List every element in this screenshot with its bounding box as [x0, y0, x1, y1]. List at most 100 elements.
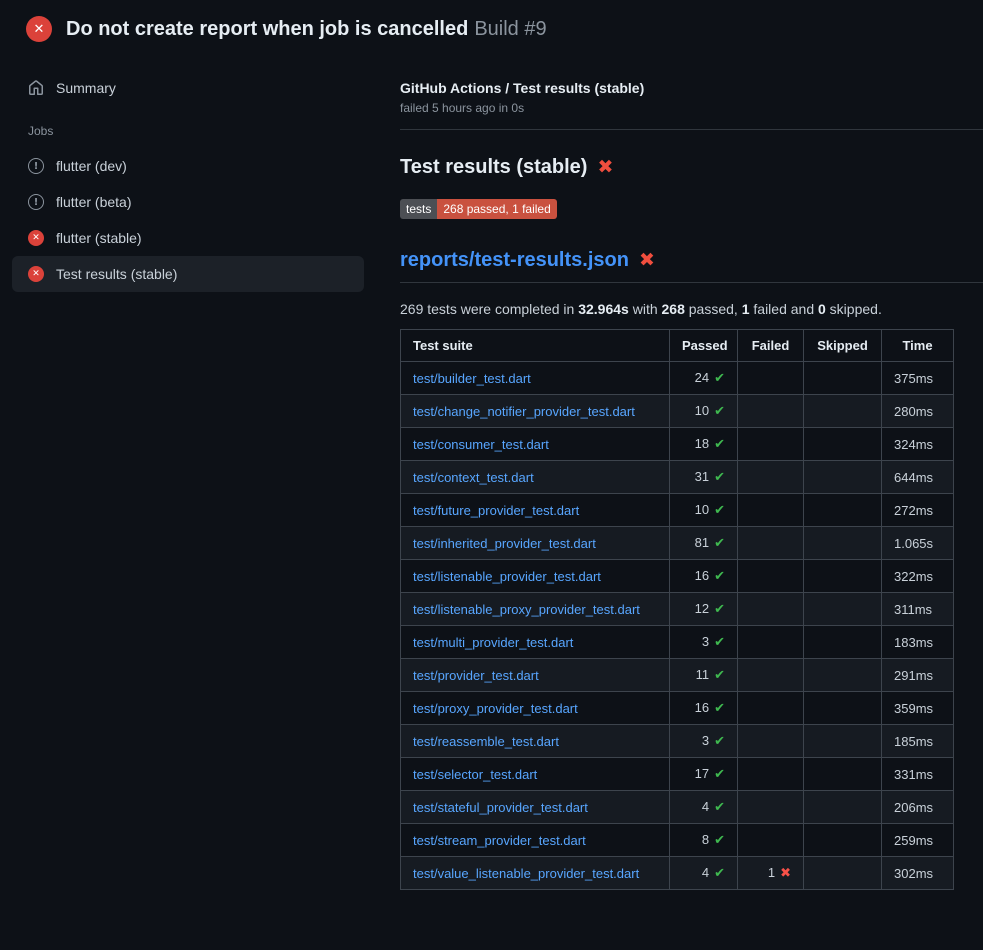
suite-link[interactable]: test/proxy_provider_test.dart [413, 701, 578, 716]
main-content: GitHub Actions / Test results (stable) f… [376, 56, 983, 930]
check-icon: ✔ [714, 371, 725, 386]
suite-link[interactable]: test/listenable_provider_test.dart [413, 569, 601, 584]
sidebar-item-label: flutter (stable) [56, 230, 142, 246]
check-icon: ✔ [714, 470, 725, 485]
failed-status-icon: ✕ [28, 266, 44, 282]
results-summary: 269 tests were completed in 32.964s with… [400, 301, 983, 317]
suite-link[interactable]: test/listenable_proxy_provider_test.dart [413, 602, 640, 617]
suite-cell: test/stateful_provider_test.dart [401, 791, 670, 824]
neutral-status-icon: ! [28, 158, 44, 174]
time-cell: 331ms [882, 758, 954, 791]
badge-label: tests [400, 199, 437, 219]
skipped-cell [804, 725, 882, 758]
time-cell: 324ms [882, 428, 954, 461]
failed-cell [738, 758, 804, 791]
suite-cell: test/context_test.dart [401, 461, 670, 494]
table-row: test/change_notifier_provider_test.dart1… [401, 395, 954, 428]
column-header-failed: Failed [738, 330, 804, 362]
table-row: test/provider_test.dart11✔291ms [401, 659, 954, 692]
table-row: test/proxy_provider_test.dart16✔359ms [401, 692, 954, 725]
sidebar-item-flutter-beta[interactable]: !flutter (beta) [12, 184, 364, 220]
table-row: test/consumer_test.dart18✔324ms [401, 428, 954, 461]
sidebar-item-flutter-dev[interactable]: !flutter (dev) [12, 148, 364, 184]
passed-cell: 11✔ [670, 659, 738, 692]
suite-cell: test/inherited_provider_test.dart [401, 527, 670, 560]
suite-cell: test/consumer_test.dart [401, 428, 670, 461]
suite-link[interactable]: test/context_test.dart [413, 470, 534, 485]
skipped-cell [804, 560, 882, 593]
summary-skipped-count: 0 [818, 301, 826, 317]
sidebar-item-summary[interactable]: Summary [12, 70, 364, 106]
suite-link[interactable]: test/reassemble_test.dart [413, 734, 559, 749]
run-header: ✕ Do not create report when job is cance… [0, 0, 983, 56]
section-title: Test results (stable) [400, 156, 587, 179]
suite-link[interactable]: test/selector_test.dart [413, 767, 537, 782]
passed-cell: 3✔ [670, 725, 738, 758]
check-icon: ✔ [714, 734, 725, 749]
run-title-line: Do not create report when job is cancell… [66, 18, 547, 41]
suite-link[interactable]: test/consumer_test.dart [413, 437, 549, 452]
report-failed-x-icon: ✖ [639, 251, 655, 270]
failed-status-icon: ✕ [28, 230, 44, 246]
sidebar-item-label: flutter (beta) [56, 194, 131, 210]
table-row: test/multi_provider_test.dart 3✔ 183ms [401, 626, 954, 659]
suite-cell: test/listenable_proxy_provider_test.dart [401, 593, 670, 626]
column-header-skipped: Skipped [804, 330, 882, 362]
suite-link[interactable]: test/provider_test.dart [413, 668, 539, 683]
home-icon [28, 80, 44, 96]
passed-cell: 3✔ [670, 626, 738, 659]
failed-cell [738, 527, 804, 560]
passed-cell: 16✔ [670, 692, 738, 725]
skipped-cell [804, 494, 882, 527]
time-cell: 280ms [882, 395, 954, 428]
summary-text: 269 tests were completed in [400, 301, 578, 317]
suite-cell: test/selector_test.dart [401, 758, 670, 791]
skipped-cell [804, 692, 882, 725]
check-icon: ✔ [714, 833, 725, 848]
table-row: test/future_provider_test.dart10✔272ms [401, 494, 954, 527]
failed-cell [738, 824, 804, 857]
check-icon: ✔ [714, 602, 725, 617]
table-row: test/context_test.dart31✔644ms [401, 461, 954, 494]
sidebar-item-test-results-stable[interactable]: ✕Test results (stable) [12, 256, 364, 292]
results-table-body: test/builder_test.dart24✔375mstest/chang… [401, 362, 954, 890]
suite-link[interactable]: test/future_provider_test.dart [413, 503, 579, 518]
table-row: test/builder_test.dart24✔375ms [401, 362, 954, 395]
column-header-test-suite: Test suite [401, 330, 670, 362]
passed-cell: 8✔ [670, 824, 738, 857]
suite-link[interactable]: test/value_listenable_provider_test.dart [413, 866, 639, 881]
suite-link[interactable]: test/stateful_provider_test.dart [413, 800, 588, 815]
suite-link[interactable]: test/stream_provider_test.dart [413, 833, 586, 848]
sidebar-item-flutter-stable[interactable]: ✕ flutter (stable) [12, 220, 364, 256]
time-cell: 183ms [882, 626, 954, 659]
passed-cell: 12✔ [670, 593, 738, 626]
check-icon: ✔ [714, 668, 725, 683]
suite-link[interactable]: test/multi_provider_test.dart [413, 635, 573, 650]
table-row: test/inherited_provider_test.dart81✔1.06… [401, 527, 954, 560]
skipped-cell [804, 758, 882, 791]
passed-cell: 10✔ [670, 494, 738, 527]
summary-failed-count: 1 [742, 301, 750, 317]
suite-cell: test/builder_test.dart [401, 362, 670, 395]
time-cell: 259ms [882, 824, 954, 857]
report-file-link[interactable]: reports/test-results.json [400, 249, 629, 272]
skipped-cell [804, 659, 882, 692]
check-icon: ✔ [714, 404, 725, 419]
badge-value: 268 passed, 1 failed [437, 199, 556, 219]
suite-link[interactable]: test/change_notifier_provider_test.dart [413, 404, 635, 419]
skipped-cell [804, 395, 882, 428]
suite-link[interactable]: test/builder_test.dart [413, 371, 531, 386]
suite-cell: test/value_listenable_provider_test.dart [401, 857, 670, 890]
report-title-row: reports/test-results.json ✖ [400, 249, 983, 283]
check-icon: ✔ [714, 767, 725, 782]
failed-cell [738, 362, 804, 395]
skipped-cell [804, 857, 882, 890]
suite-link[interactable]: test/inherited_provider_test.dart [413, 536, 596, 551]
failed-cell [738, 494, 804, 527]
table-row: test/reassemble_test.dart3✔185ms [401, 725, 954, 758]
divider [400, 129, 983, 130]
check-icon: ✔ [714, 437, 725, 452]
run-meta: failed 5 hours ago in 0s [400, 101, 983, 115]
skipped-cell [804, 461, 882, 494]
table-row: test/stateful_provider_test.dart4✔206ms [401, 791, 954, 824]
